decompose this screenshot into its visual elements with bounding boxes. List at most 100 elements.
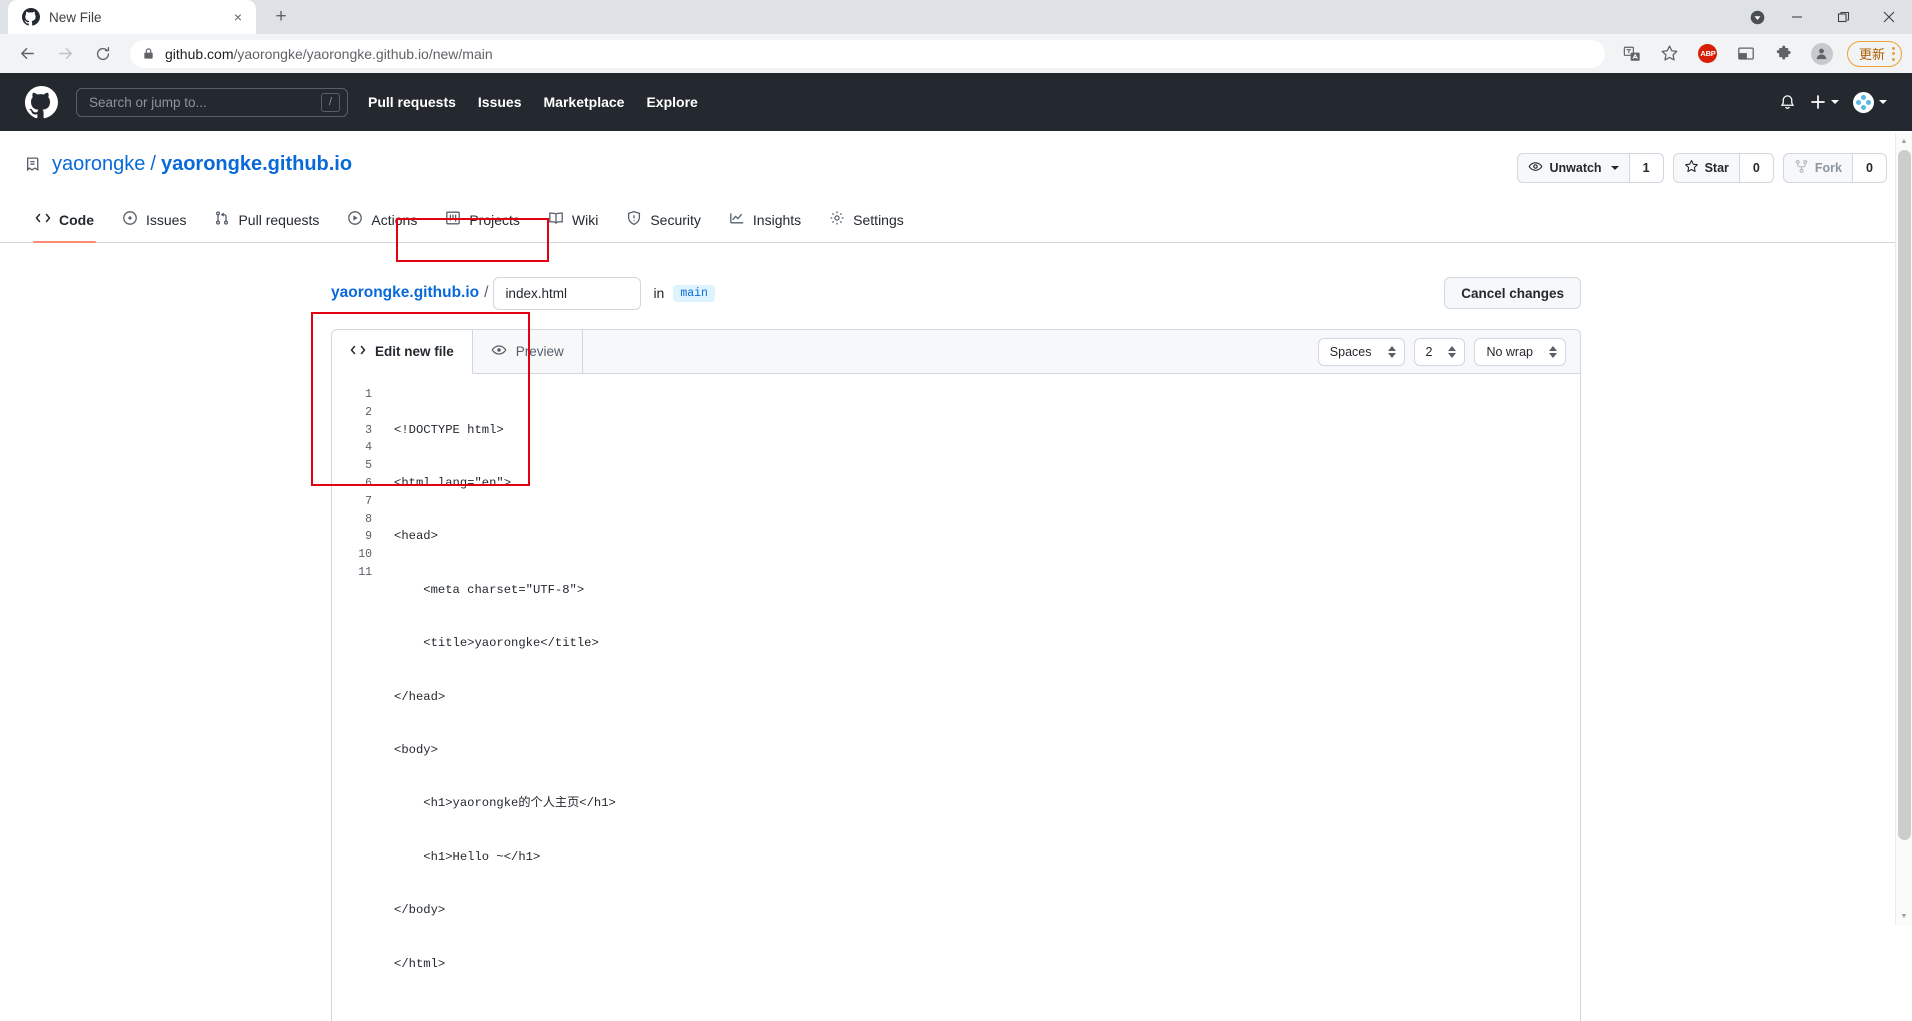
bell-icon[interactable]	[1779, 94, 1796, 111]
git-pull-request-icon	[214, 210, 230, 229]
download-icon[interactable]	[1740, 0, 1774, 34]
github-page: Search or jump to... / Pull requests Iss…	[0, 73, 1912, 1021]
fork-label: Fork	[1815, 161, 1842, 175]
tab-security[interactable]: Security	[616, 202, 711, 242]
nav-item-issues[interactable]: Issues	[478, 94, 522, 110]
page-scrollbar[interactable]: ▲ ▼	[1895, 133, 1912, 925]
fork-button[interactable]: Fork	[1783, 153, 1853, 183]
code-line: <h1>Hello ~</h1>	[394, 849, 1580, 867]
tab-pull-requests[interactable]: Pull requests	[204, 202, 329, 242]
eye-icon	[491, 342, 507, 361]
bookmark-star-icon[interactable]	[1655, 39, 1685, 69]
line-number: 10	[332, 546, 382, 564]
editor-tab-label: Edit new file	[375, 344, 454, 359]
browser-tab[interactable]: New File ×	[8, 0, 256, 34]
address-bar[interactable]: github.com/yaorongke/yaorongke.github.io…	[130, 40, 1605, 68]
indent-mode-select[interactable]: Spaces	[1318, 338, 1405, 366]
tab-insights[interactable]: Insights	[719, 202, 811, 242]
new-tab-button[interactable]: +	[266, 2, 296, 32]
forward-icon[interactable]	[50, 39, 80, 69]
url-path: /yaorongke/yaorongke.github.io/new/main	[233, 46, 492, 62]
translate-icon[interactable]	[1617, 39, 1647, 69]
back-icon[interactable]	[12, 39, 42, 69]
issue-opened-icon	[122, 210, 138, 229]
tab-edit-new-file[interactable]: Edit new file	[332, 330, 473, 374]
code-line: </html>	[394, 956, 1580, 974]
browser-toolbar: github.com/yaorongke/yaorongke.github.io…	[0, 34, 1912, 73]
profile-avatar-icon[interactable]	[1807, 39, 1837, 69]
code-line: </body>	[394, 902, 1580, 920]
gear-icon	[829, 210, 845, 229]
watch-button-group: Unwatch 1	[1517, 153, 1663, 183]
tab-issues[interactable]: Issues	[112, 202, 196, 242]
in-branch-label: in	[653, 285, 664, 301]
code-line: <title>yaorongke</title>	[394, 635, 1580, 653]
tab-label: Projects	[469, 212, 520, 228]
graph-icon	[729, 210, 745, 229]
fork-count[interactable]: 0	[1853, 153, 1887, 183]
extensions-puzzle-icon[interactable]	[1769, 39, 1799, 69]
nav-item-explore[interactable]: Explore	[646, 94, 697, 110]
tab-label: Issues	[146, 212, 186, 228]
wrap-mode-select[interactable]: No wrap	[1474, 338, 1566, 366]
filename-value: index.html	[505, 286, 567, 301]
filename-input[interactable]: index.html	[493, 277, 641, 310]
tab-label: Wiki	[572, 212, 598, 228]
person-icon	[1811, 43, 1833, 65]
kebab-menu-icon[interactable]	[1892, 47, 1895, 61]
tab-projects[interactable]: Projects	[435, 202, 530, 242]
scrollbar-up-arrow[interactable]: ▲	[1896, 133, 1912, 150]
line-number: 1	[332, 386, 382, 404]
tab-settings[interactable]: Settings	[819, 202, 914, 242]
code-text[interactable]: <!DOCTYPE html> <html lang="en"> <head> …	[382, 374, 1580, 1021]
cancel-changes-button[interactable]: Cancel changes	[1444, 277, 1581, 309]
tab-preview[interactable]: Preview	[473, 330, 583, 373]
tab-code[interactable]: Code	[25, 202, 104, 242]
indent-mode-value: Spaces	[1330, 345, 1372, 359]
tab-close-icon[interactable]: ×	[228, 7, 248, 27]
window-minimize-button[interactable]	[1774, 0, 1820, 34]
window-close-button[interactable]	[1866, 0, 1912, 34]
watch-count[interactable]: 1	[1630, 153, 1664, 183]
code-line: <head>	[394, 528, 1580, 546]
indent-size-select[interactable]: 2	[1414, 338, 1466, 366]
code-line: <meta charset="UTF-8">	[394, 582, 1580, 600]
code-icon	[350, 342, 366, 361]
code-editor-area[interactable]: 1 2 3 4 5 6 7 8 9 10 11 <!DOCTYPE html>	[332, 374, 1580, 1021]
update-button-label: 更新	[1859, 44, 1885, 63]
scrollbar-thumb[interactable]	[1898, 150, 1911, 840]
reload-icon[interactable]	[88, 39, 118, 69]
repo-owner-link[interactable]: yaorongke	[52, 153, 145, 176]
window-maximize-button[interactable]	[1820, 0, 1866, 34]
editor-tab-label: Preview	[516, 344, 564, 359]
update-browser-button[interactable]: 更新	[1847, 41, 1902, 67]
cast-icon[interactable]	[1731, 39, 1761, 69]
path-repo-link[interactable]: yaorongke.github.io	[331, 284, 479, 302]
code-line: <html lang="en">	[394, 475, 1580, 493]
scrollbar-down-arrow[interactable]: ▼	[1896, 908, 1912, 925]
code-icon	[35, 210, 51, 229]
lock-icon	[142, 47, 155, 60]
line-number: 11	[332, 564, 382, 582]
nav-item-pull-requests[interactable]: Pull requests	[368, 94, 456, 110]
stepper-icon	[1549, 346, 1557, 358]
nav-item-marketplace[interactable]: Marketplace	[544, 94, 625, 110]
tab-label: Security	[650, 212, 701, 228]
tab-actions[interactable]: Actions	[337, 202, 427, 242]
repo-name-link[interactable]: yaorongke.github.io	[161, 153, 352, 176]
create-new-button[interactable]	[1810, 94, 1839, 110]
star-button[interactable]: Star	[1673, 153, 1740, 183]
github-logo-icon[interactable]	[25, 86, 58, 119]
unwatch-button[interactable]: Unwatch	[1517, 153, 1629, 183]
tab-wiki[interactable]: Wiki	[538, 202, 608, 242]
line-number: 4	[332, 439, 382, 457]
code-line: </head>	[394, 689, 1580, 707]
line-number: 3	[332, 422, 382, 440]
address-bar-url: github.com/yaorongke/yaorongke.github.io…	[165, 46, 493, 62]
adblock-plus-icon[interactable]: ABP	[1693, 39, 1723, 69]
search-input[interactable]: Search or jump to... /	[76, 88, 348, 117]
chevron-down-icon	[1879, 100, 1887, 104]
star-count[interactable]: 0	[1740, 153, 1774, 183]
shield-icon	[626, 210, 642, 229]
avatar-menu-button[interactable]	[1853, 92, 1887, 113]
